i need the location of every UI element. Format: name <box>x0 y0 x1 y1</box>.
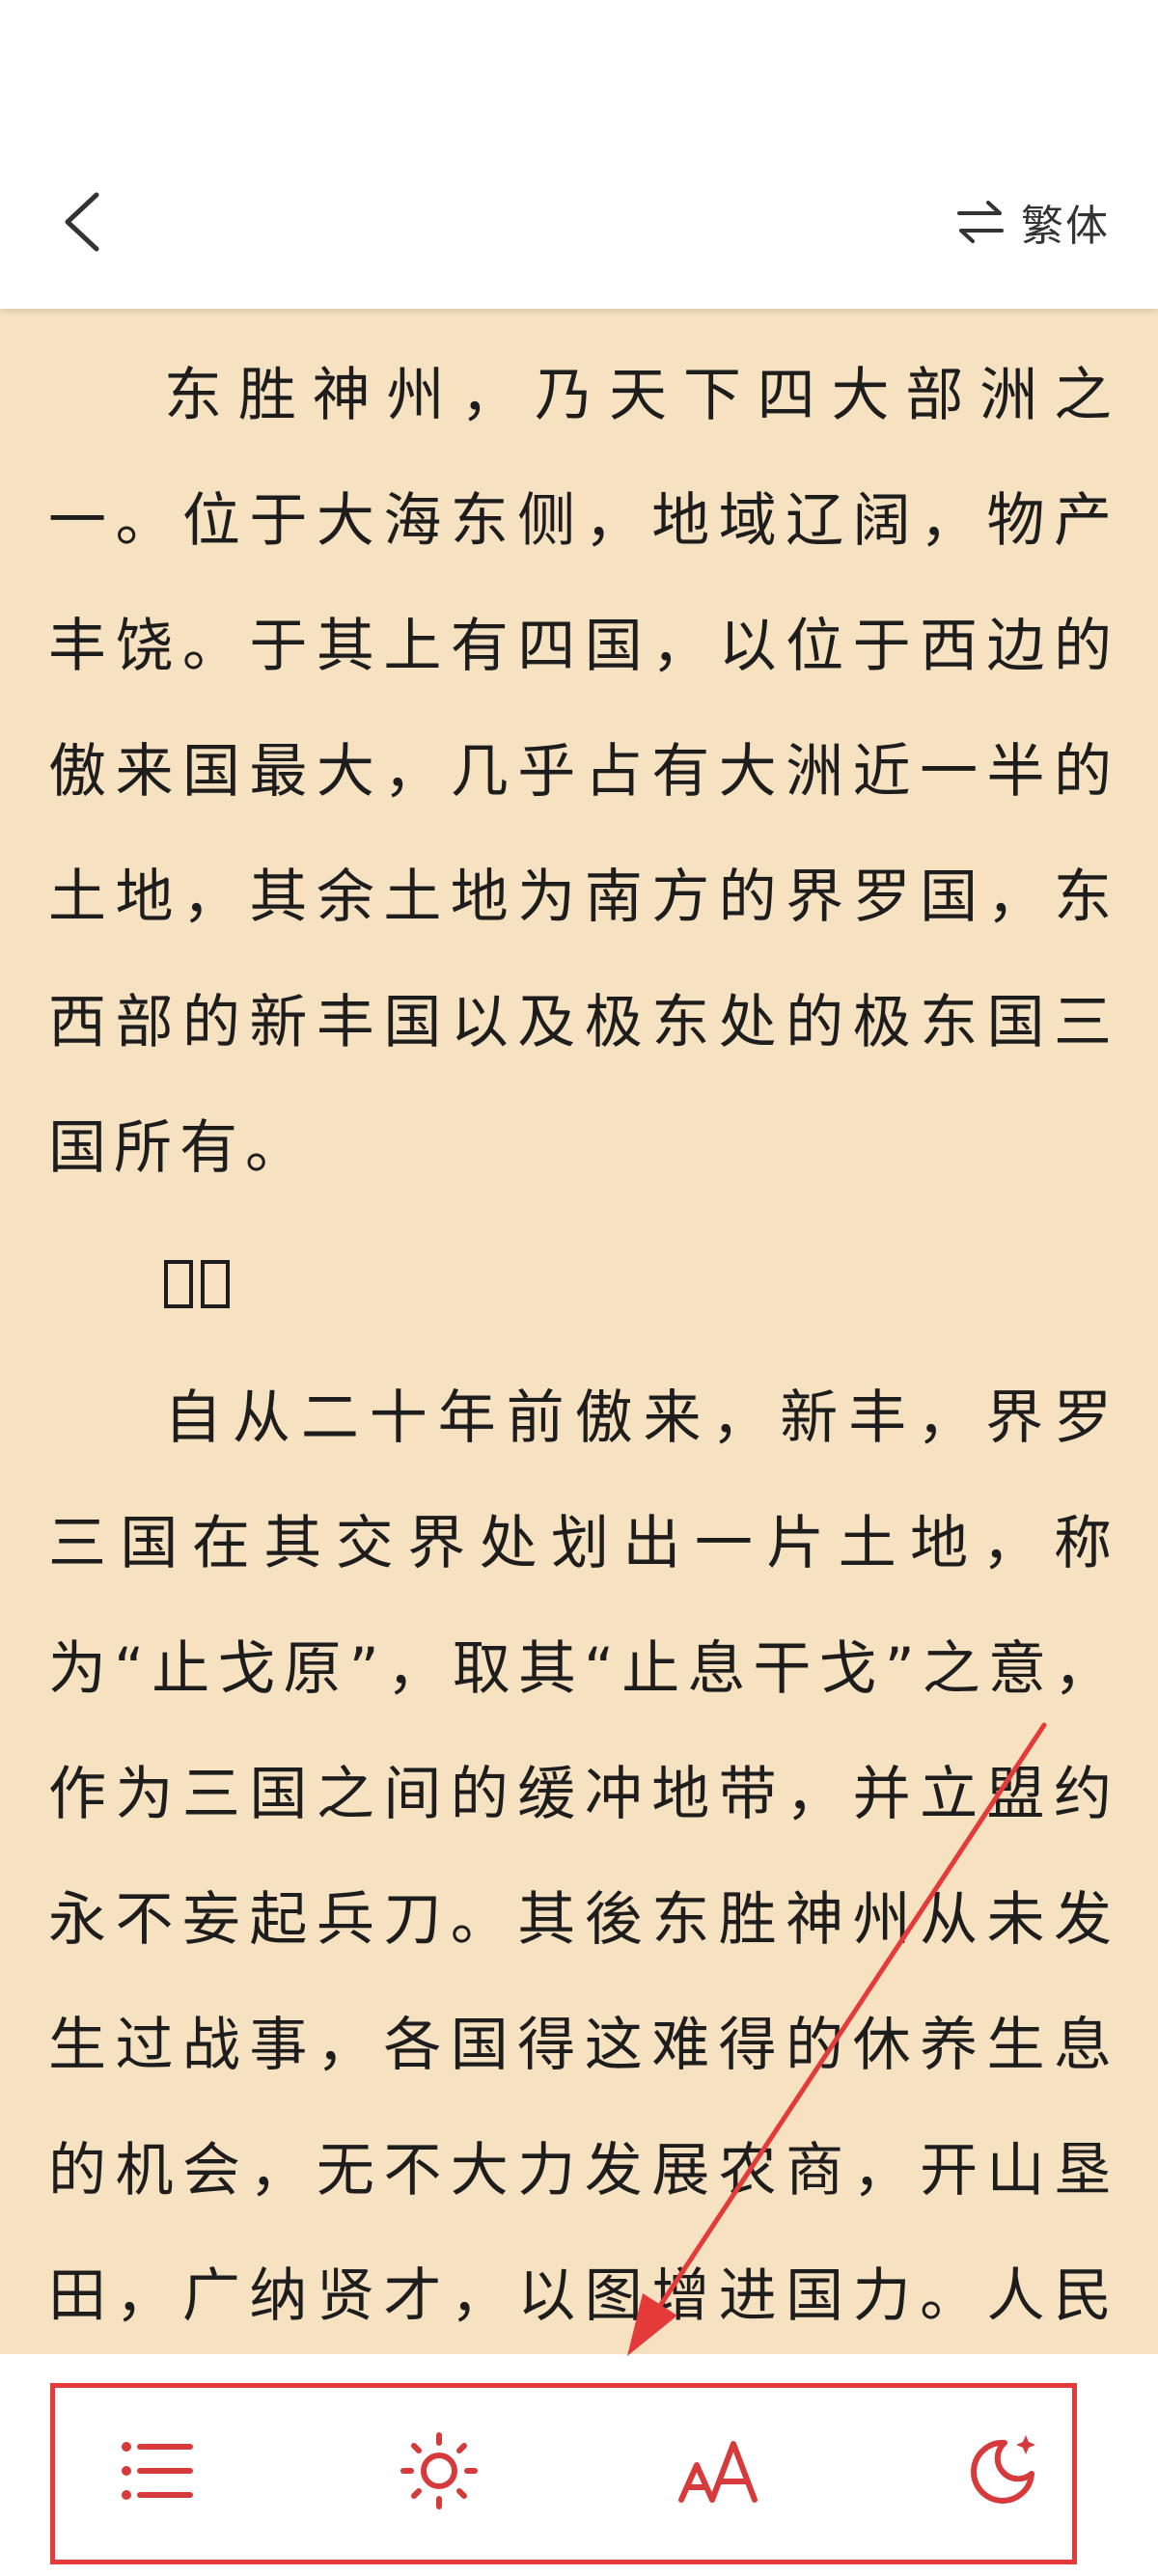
night-mode-button[interactable] <box>948 2418 1054 2524</box>
brightness-sun-icon <box>400 2432 478 2509</box>
back-button[interactable] <box>46 174 124 270</box>
switch-label: 繁体 <box>1021 202 1110 251</box>
brightness-button[interactable] <box>386 2418 492 2524</box>
paragraph-separator <box>48 1211 1119 1356</box>
top-bar: 繁体 <box>0 0 1158 309</box>
catalog-list-icon <box>122 2442 193 2500</box>
font-size-button[interactable] <box>666 2418 772 2524</box>
traditional-chinese-switch-button[interactable]: 繁体 <box>955 188 1110 256</box>
reading-content[interactable]: 东胜神州，乃天下四大部洲之一。位于大海东侧，地域辽阔，物产丰饶。于其上有四国，以… <box>48 309 1119 2354</box>
paragraph: 东胜神州，乃天下四大部洲之一。位于大海东侧，地域辽阔，物产丰饶。于其上有四国，以… <box>48 362 1119 1182</box>
catalog-button[interactable] <box>104 2418 210 2524</box>
swap-arrows-icon <box>957 201 1004 243</box>
night-mode-moon-icon <box>971 2435 1035 2504</box>
missing-glyph-box <box>164 1260 193 1308</box>
font-size-icon <box>678 2441 758 2503</box>
paragraph: 自从二十年前傲来，新丰，界罗三国在其交界处划出一片土地，称为“止戈原”，取其“止… <box>48 1384 1119 2330</box>
chevron-left-icon <box>65 192 99 252</box>
missing-glyph-box <box>201 1260 230 1308</box>
